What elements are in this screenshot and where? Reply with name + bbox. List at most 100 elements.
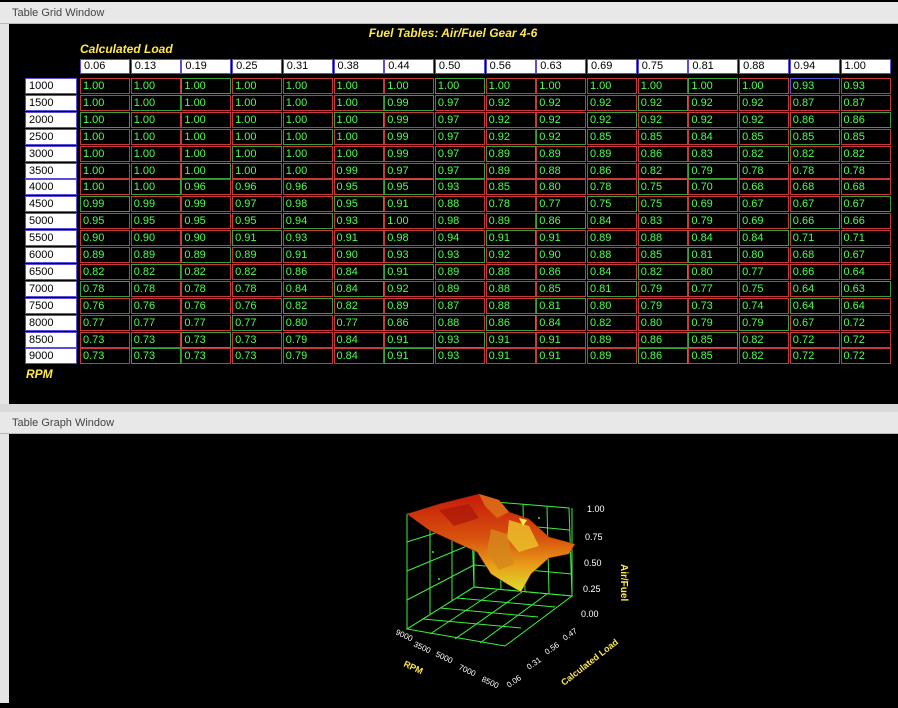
table-cell[interactable]: 0.86 xyxy=(536,263,587,280)
column-header[interactable]: 0.69 xyxy=(587,59,637,74)
table-cell[interactable]: 0.90 xyxy=(181,230,232,247)
table-cell[interactable]: 0.92 xyxy=(739,111,790,128)
table-cell[interactable]: 0.82 xyxy=(840,145,891,162)
table-cell[interactable]: 0.95 xyxy=(384,179,435,196)
table-cell[interactable]: 0.64 xyxy=(789,297,840,314)
table-cell[interactable]: 0.69 xyxy=(739,213,790,230)
table-cell[interactable]: 0.67 xyxy=(739,196,790,213)
table-cell[interactable]: 0.77 xyxy=(536,196,587,213)
table-cell[interactable]: 0.90 xyxy=(130,230,181,247)
table-cell[interactable]: 0.73 xyxy=(130,348,181,365)
table-cell[interactable]: 1.00 xyxy=(637,78,688,94)
table-cell[interactable]: 0.89 xyxy=(587,230,637,247)
table-cell[interactable]: 0.68 xyxy=(739,179,790,196)
column-header[interactable]: 1.00 xyxy=(840,59,891,74)
table-cell[interactable]: 0.79 xyxy=(637,297,688,314)
row-header[interactable]: 6500 xyxy=(25,263,77,280)
table-cell[interactable]: 0.73 xyxy=(80,331,130,348)
table-cell[interactable]: 0.86 xyxy=(485,314,536,331)
table-cell[interactable]: 0.93 xyxy=(789,78,840,94)
table-cell[interactable]: 0.95 xyxy=(333,196,384,213)
table-cell[interactable]: 0.92 xyxy=(536,94,587,111)
air-fuel-3d-surface-graph[interactable]: 1.00 0.75 0.50 0.25 0.00 Air/Fuel 0.47 0… xyxy=(9,434,898,703)
table-cell[interactable]: 0.66 xyxy=(840,213,891,230)
table-cell[interactable]: 1.00 xyxy=(333,94,384,111)
table-cell[interactable]: 0.84 xyxy=(587,213,637,230)
table-cell[interactable]: 0.77 xyxy=(739,263,790,280)
table-cell[interactable]: 0.84 xyxy=(333,280,384,297)
table-cell[interactable]: 0.80 xyxy=(688,263,739,280)
table-cell[interactable]: 0.75 xyxy=(637,196,688,213)
table-cell[interactable]: 0.79 xyxy=(739,314,790,331)
table-cell[interactable]: 0.91 xyxy=(485,230,536,247)
table-cell[interactable]: 0.77 xyxy=(130,314,181,331)
table-cell[interactable]: 0.89 xyxy=(384,297,435,314)
table-cell[interactable]: 0.92 xyxy=(485,128,536,145)
column-header[interactable]: 0.13 xyxy=(130,59,181,74)
column-header[interactable]: 0.94 xyxy=(789,59,840,74)
table-cell[interactable]: 0.84 xyxy=(333,348,384,365)
table-cell[interactable]: 0.93 xyxy=(384,247,435,263)
table-cell[interactable]: 0.96 xyxy=(232,179,283,196)
table-cell[interactable]: 0.97 xyxy=(434,94,485,111)
row-header[interactable]: 1500 xyxy=(25,94,77,111)
table-cell[interactable]: 0.89 xyxy=(181,247,232,263)
table-cell[interactable]: 1.00 xyxy=(587,78,637,94)
table-cell[interactable]: 0.92 xyxy=(485,247,536,263)
table-cell[interactable]: 0.64 xyxy=(789,280,840,297)
table-cell[interactable]: 0.92 xyxy=(587,94,637,111)
table-cell[interactable]: 0.82 xyxy=(739,348,790,365)
table-cell[interactable]: 0.89 xyxy=(536,145,587,162)
table-cell[interactable]: 0.91 xyxy=(536,230,587,247)
row-header[interactable]: 5000 xyxy=(25,213,77,230)
table-cell[interactable]: 0.91 xyxy=(384,196,435,213)
table-cell[interactable]: 0.93 xyxy=(282,230,333,247)
table-cell[interactable]: 0.80 xyxy=(739,247,790,263)
table-cell[interactable]: 0.78 xyxy=(485,196,536,213)
table-cell[interactable]: 0.84 xyxy=(587,263,637,280)
table-cell[interactable]: 1.00 xyxy=(688,78,739,94)
table-cell[interactable]: 0.91 xyxy=(485,331,536,348)
table-cell[interactable]: 1.00 xyxy=(130,94,181,111)
table-cell[interactable]: 0.99 xyxy=(181,196,232,213)
table-cell[interactable]: 0.68 xyxy=(789,179,840,196)
table-cell[interactable]: 0.75 xyxy=(739,280,790,297)
row-header[interactable]: 7000 xyxy=(25,280,77,297)
table-cell[interactable]: 0.92 xyxy=(739,94,790,111)
table-cell[interactable]: 0.63 xyxy=(840,280,891,297)
table-cell[interactable]: 1.00 xyxy=(282,78,333,94)
table-cell[interactable]: 0.88 xyxy=(434,314,485,331)
column-header[interactable]: 0.88 xyxy=(739,59,790,74)
table-cell[interactable]: 0.86 xyxy=(840,111,891,128)
table-cell[interactable]: 1.00 xyxy=(80,145,130,162)
table-cell[interactable]: 0.93 xyxy=(840,78,891,94)
table-cell[interactable]: 0.82 xyxy=(637,162,688,179)
table-cell[interactable]: 0.78 xyxy=(840,162,891,179)
table-cell[interactable]: 0.95 xyxy=(181,213,232,230)
table-cell[interactable]: 0.91 xyxy=(333,230,384,247)
table-cell[interactable]: 0.86 xyxy=(637,331,688,348)
table-cell[interactable]: 0.66 xyxy=(789,213,840,230)
table-cell[interactable]: 0.82 xyxy=(739,331,790,348)
table-cell[interactable]: 0.91 xyxy=(282,247,333,263)
table-cell[interactable]: 1.00 xyxy=(232,145,283,162)
table-cell[interactable]: 0.68 xyxy=(840,179,891,196)
table-cell[interactable]: 0.91 xyxy=(384,331,435,348)
table-cell[interactable]: 0.71 xyxy=(789,230,840,247)
table-cell[interactable]: 0.67 xyxy=(789,196,840,213)
table-cell[interactable]: 0.91 xyxy=(384,348,435,365)
table-cell[interactable]: 0.77 xyxy=(232,314,283,331)
table-cell[interactable]: 0.78 xyxy=(739,162,790,179)
table-cell[interactable]: 0.89 xyxy=(485,145,536,162)
table-cell[interactable]: 0.95 xyxy=(130,213,181,230)
table-cell[interactable]: 0.99 xyxy=(130,196,181,213)
table-cell[interactable]: 0.89 xyxy=(485,213,536,230)
table-cell[interactable]: 0.85 xyxy=(536,280,587,297)
table-cell[interactable]: 0.79 xyxy=(282,331,333,348)
table-cell[interactable]: 0.83 xyxy=(637,213,688,230)
table-cell[interactable]: 0.82 xyxy=(80,263,130,280)
table-cell[interactable]: 1.00 xyxy=(130,145,181,162)
table-cell[interactable]: 0.89 xyxy=(587,331,637,348)
table-cell[interactable]: 0.89 xyxy=(434,280,485,297)
table-cell[interactable]: 0.90 xyxy=(536,247,587,263)
